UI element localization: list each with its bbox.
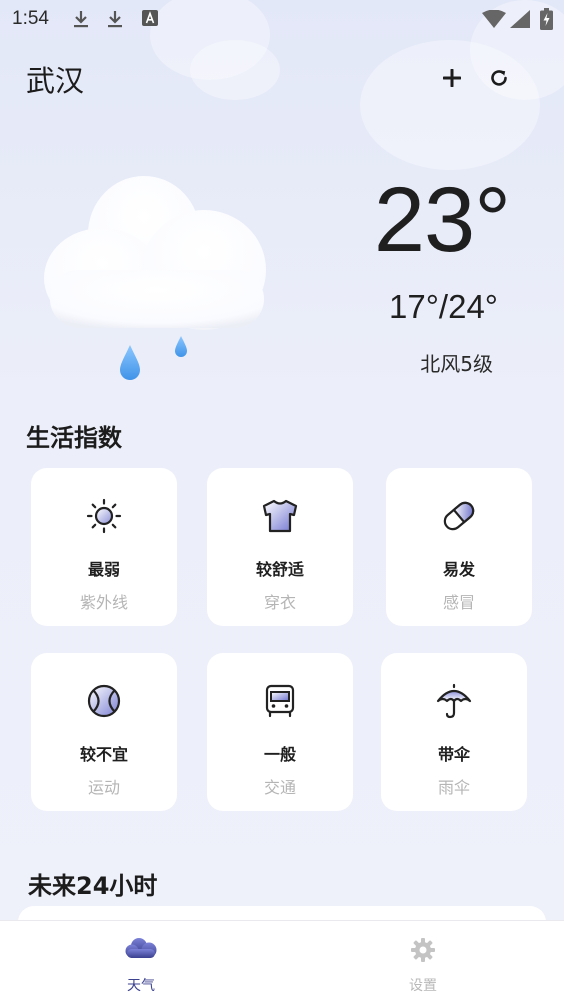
hourly-title: 未来24小时 — [28, 872, 158, 900]
life-value: 带伞 — [437, 745, 470, 764]
life-card-cold[interactable]: 易发 感冒 — [386, 468, 532, 626]
life-label: 交通 — [263, 778, 296, 797]
cloud-icon — [125, 938, 157, 958]
gear-icon — [411, 938, 435, 962]
life-value: 较不宜 — [79, 745, 128, 764]
life-value: 最弱 — [87, 560, 120, 579]
life-card-traffic[interactable]: 一般 交通 — [207, 653, 353, 811]
background-cloud — [190, 40, 280, 100]
refresh-icon — [491, 70, 507, 86]
life-value: 较舒适 — [255, 560, 304, 579]
life-label: 运动 — [87, 778, 120, 797]
bus-icon — [265, 684, 295, 718]
shirt-icon — [262, 499, 298, 533]
status-bar: 1:54 — [0, 0, 564, 38]
refresh-button[interactable] — [481, 60, 517, 96]
wifi-icon — [482, 10, 506, 28]
life-index-title: 生活指数 — [26, 424, 122, 452]
life-label: 穿衣 — [263, 593, 296, 612]
life-label: 雨伞 — [437, 778, 470, 797]
nav-label: 天气 — [127, 978, 155, 994]
signal-icon — [510, 10, 530, 28]
download-icon — [74, 11, 88, 28]
life-value: 易发 — [442, 560, 475, 579]
life-label: 紫外线 — [79, 593, 128, 612]
bottom-nav: 天气 设置 — [0, 920, 564, 1004]
ball-icon — [87, 684, 121, 718]
life-label: 感冒 — [442, 593, 475, 612]
pill-icon — [443, 501, 475, 531]
life-card-uv[interactable]: 最弱 紫外线 — [31, 468, 177, 626]
plus-icon — [443, 69, 461, 87]
life-card-umbrella[interactable]: 带伞 雨伞 — [381, 653, 527, 811]
status-time: 1:54 — [12, 8, 49, 29]
current-temperature: 23° — [373, 169, 511, 271]
nav-tab-settings[interactable]: 设置 — [363, 921, 483, 1004]
wind-info: 北风5级 — [420, 352, 493, 376]
nav-label: 设置 — [409, 978, 437, 994]
font-icon — [142, 10, 158, 26]
life-card-clothing[interactable]: 较舒适 穿衣 — [207, 468, 353, 626]
life-value: 一般 — [263, 745, 296, 764]
battery-icon — [540, 8, 553, 30]
city-name: 武汉 — [26, 64, 85, 98]
life-card-sport[interactable]: 较不宜 运动 — [31, 653, 177, 811]
add-city-button[interactable] — [434, 60, 470, 96]
nav-tab-weather[interactable]: 天气 — [81, 921, 201, 1004]
rain-cloud-icon — [44, 176, 266, 380]
umbrella-icon — [436, 683, 472, 719]
temperature-range: 17°/24° — [389, 288, 498, 325]
sun-icon — [86, 498, 122, 534]
download-icon — [108, 11, 122, 28]
